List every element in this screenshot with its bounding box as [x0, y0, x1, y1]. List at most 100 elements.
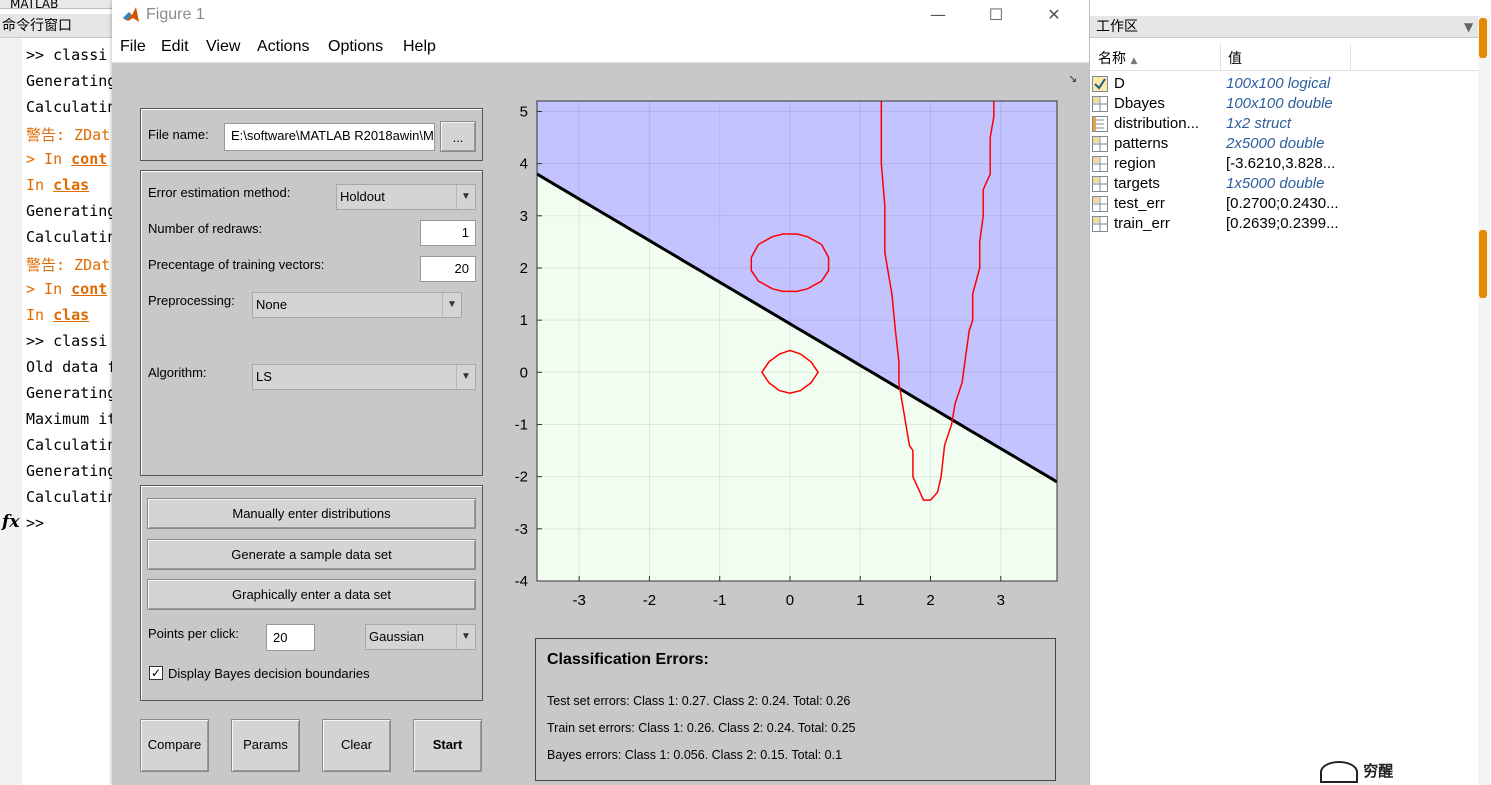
command-line: Maximum it	[26, 410, 112, 428]
train-errors-text: Train set errors: Class 1: 0.26. Class 2…	[547, 721, 856, 735]
menu-view[interactable]: View	[206, 38, 240, 56]
command-line: >> classi	[26, 332, 108, 350]
file-panel: File name: E:\software\MATLAB R2018awin\…	[140, 108, 483, 161]
error-method-label: Error estimation method:	[148, 185, 291, 200]
distribution-select[interactable]: Gaussian ▼	[365, 624, 476, 650]
training-pct-field[interactable]: 20	[420, 256, 476, 282]
variable-value: 1x5000 double	[1226, 175, 1325, 192]
bayes-checkbox-label: Display Bayes decision boundaries	[168, 666, 370, 681]
checkbox-icon	[1092, 76, 1108, 92]
col-name-header[interactable]: 名称 ▲	[1098, 48, 1137, 68]
figure-titlebar[interactable]: Figure 1 — ☐ ✕	[112, 0, 1089, 32]
errors-title: Classification Errors:	[547, 651, 709, 668]
x-tick-label: -1	[713, 592, 726, 609]
error-method-select[interactable]: Holdout ▼	[336, 184, 476, 210]
column-divider	[1220, 44, 1221, 70]
workspace-panel: 工作区 ▼ 名称 ▲ 值 D 100x100 logical Dbayes 100x1…	[1089, 0, 1491, 785]
workspace-row[interactable]: distribution... 1x2 struct	[1090, 114, 1480, 134]
panel-menu-icon[interactable]: ▼	[1464, 16, 1473, 38]
workspace-row[interactable]: train_err [0.2639;0.2399...	[1090, 214, 1480, 234]
settings-panel: Error estimation method: Holdout ▼ Numbe…	[140, 170, 483, 476]
y-tick-label: -4	[515, 573, 528, 590]
watermark-label: 穷醒	[1363, 762, 1394, 780]
grid-icon	[1092, 156, 1108, 172]
dock-arrow-icon[interactable]: ↘	[1068, 72, 1077, 85]
variable-value: [-3.6210,3.828...	[1226, 155, 1336, 172]
variable-name: test_err	[1114, 195, 1165, 212]
sort-ascending-icon: ▲	[1130, 56, 1138, 66]
variable-value: 1x2 struct	[1226, 115, 1292, 132]
x-tick-label: -2	[643, 592, 656, 609]
file-name-field[interactable]: E:\software\MATLAB R2018awin\MA	[224, 123, 435, 151]
y-tick-label: -3	[515, 521, 528, 538]
chevron-down-icon: ▼	[442, 293, 461, 317]
workspace-row[interactable]: test_err [0.2700;0.2430...	[1090, 194, 1480, 214]
x-tick-label: -3	[572, 592, 585, 609]
generate-data-button[interactable]: Generate a sample data set	[147, 539, 476, 570]
y-tick-label: 0	[520, 364, 528, 381]
command-line[interactable]: > In cont	[26, 150, 107, 168]
command-line[interactable]: In clas	[26, 306, 89, 324]
workspace-columns: 名称 ▲ 值	[1090, 44, 1480, 71]
data-entry-panel: Manually enter distributions Generate a …	[140, 485, 483, 701]
points-per-click-field[interactable]: 20	[266, 624, 315, 651]
y-tick-label: -1	[515, 416, 528, 433]
col-value-header[interactable]: 值	[1228, 48, 1242, 68]
menu-actions[interactable]: Actions	[257, 38, 309, 56]
menu-options[interactable]: Options	[328, 38, 383, 56]
menu-edit[interactable]: Edit	[161, 38, 189, 56]
workspace-row[interactable]: targets 1x5000 double	[1090, 174, 1480, 194]
params-button[interactable]: Params	[231, 719, 300, 772]
command-line: 警告: ZDat	[26, 256, 111, 274]
command-line: Calculatin	[26, 488, 112, 506]
start-button[interactable]: Start	[413, 719, 482, 772]
close-button[interactable]: ✕	[1032, 2, 1076, 28]
command-line[interactable]: > In cont	[26, 280, 107, 298]
workspace-row[interactable]: Dbayes 100x100 double	[1090, 94, 1480, 114]
command-line: >>	[26, 514, 45, 532]
variable-value: [0.2700;0.2430...	[1226, 195, 1339, 212]
fx-icon[interactable]: fx	[2, 512, 19, 532]
command-window-header: 命令行窗口	[0, 14, 112, 38]
variable-name: patterns	[1114, 135, 1169, 152]
menu-help[interactable]: Help	[403, 38, 436, 56]
clear-button[interactable]: Clear	[322, 719, 391, 772]
points-per-click-label: Points per click:	[148, 626, 240, 641]
classification-plot[interactable]: -3 -2 -1 0 1 2 3 -4 -3 -2 -1 0 1 2 3 4 5	[512, 90, 1072, 620]
x-tick-label: 2	[926, 592, 934, 609]
x-tick-label: 3	[997, 592, 1005, 609]
compare-button[interactable]: Compare	[140, 719, 209, 772]
preprocessing-select[interactable]: None ▼	[252, 292, 462, 318]
workspace-scroll-indicator	[1479, 18, 1487, 58]
workspace-row[interactable]: patterns 2x5000 double	[1090, 134, 1480, 154]
command-window-body[interactable]: >> classi Generating Calculatin 警告: ZDat > I…	[22, 38, 112, 785]
command-window-gutter	[0, 38, 22, 785]
manual-distributions-button[interactable]: Manually enter distributions	[147, 498, 476, 529]
grid-icon	[1092, 176, 1108, 192]
bayes-checkbox[interactable]: ✓	[149, 666, 163, 680]
workspace-scroll-thumb[interactable]	[1479, 230, 1487, 298]
browse-button[interactable]: ...	[440, 121, 476, 152]
watermark-logo-icon	[1320, 760, 1358, 783]
command-line: Generating	[26, 384, 112, 402]
figure-menubar: File Edit View Actions Options Help ↘	[112, 32, 1089, 85]
matlab-logo-icon	[123, 7, 139, 22]
algorithm-value: LS	[256, 369, 272, 384]
workspace-scrollbar[interactable]	[1478, 16, 1490, 785]
column-divider	[1350, 44, 1351, 70]
y-tick-label: 2	[520, 260, 528, 277]
command-line[interactable]: In clas	[26, 176, 89, 194]
minimize-button[interactable]: —	[916, 2, 960, 28]
workspace-row[interactable]: D 100x100 logical	[1090, 74, 1480, 94]
grid-icon	[1092, 96, 1108, 112]
menu-file[interactable]: File	[120, 38, 146, 56]
variable-name: distribution...	[1114, 115, 1200, 132]
workspace-row[interactable]: region [-3.6210,3.828...	[1090, 154, 1480, 174]
preprocessing-value: None	[256, 297, 288, 312]
maximize-button[interactable]: ☐	[974, 2, 1018, 28]
variable-value: [0.2639;0.2399...	[1226, 215, 1339, 232]
graphical-entry-button[interactable]: Graphically enter a data set	[147, 579, 476, 610]
redraws-field[interactable]: 1	[420, 220, 476, 246]
algorithm-select[interactable]: LS ▼	[252, 364, 476, 390]
command-line: Generating	[26, 72, 112, 90]
